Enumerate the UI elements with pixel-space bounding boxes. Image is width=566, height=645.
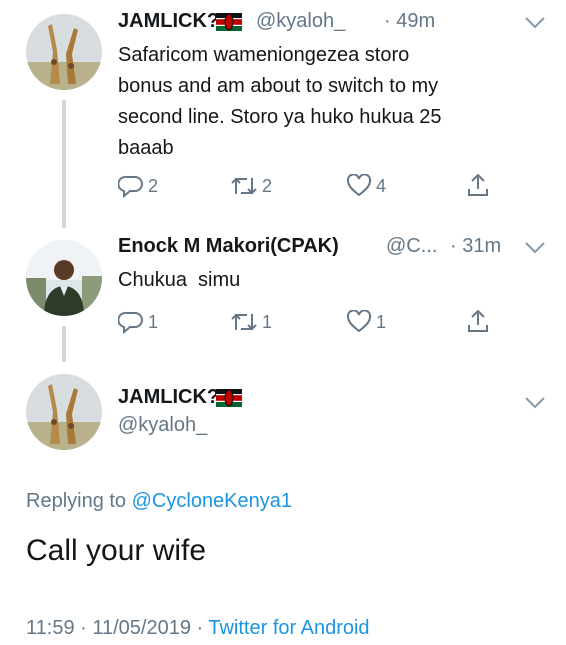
man-portrait-avatar-image (26, 240, 102, 316)
share-button[interactable] (466, 308, 490, 334)
chevron-down-icon[interactable] (524, 16, 546, 30)
tweet-text-line: Safaricom wameniongezea storo (118, 44, 410, 66)
handle[interactable]: @kyaloh_ (118, 414, 207, 437)
tweet-text-line: second line. Storo ya huko hukua 25 (118, 106, 442, 128)
reply-icon (118, 175, 143, 198)
heart-icon (346, 310, 372, 333)
replying-to-prefix: Replying to (26, 490, 127, 512)
retweet-icon (231, 177, 257, 195)
kenya-flag-icon (216, 13, 242, 31)
retweet-button[interactable]: 1 (230, 310, 272, 334)
display-name[interactable]: JAMLICK? (118, 10, 219, 33)
avatar[interactable] (26, 240, 102, 316)
retweet-count: 2 (262, 175, 273, 196)
reply-count: 1 (148, 311, 159, 332)
share-icon (468, 309, 488, 332)
reply-icon (118, 311, 143, 334)
handle[interactable]: @kyaloh_ (256, 10, 345, 33)
mention-link[interactable]: @CycloneKenya1 (132, 490, 292, 512)
giraffes-avatar-image (26, 374, 102, 450)
replying-to: Replying to @CycloneKenya1 (26, 490, 292, 513)
timestamp[interactable]: · 49m (384, 10, 435, 33)
avatar[interactable] (26, 14, 102, 90)
thread-line (62, 100, 66, 228)
chevron-down-icon[interactable] (524, 396, 546, 410)
timestamp[interactable]: 11:59 · 11/05/2019 · (26, 617, 203, 639)
chevron-down-icon[interactable] (524, 241, 546, 255)
heart-icon (346, 174, 372, 197)
share-icon (468, 173, 488, 196)
like-button[interactable]: 1 (346, 310, 386, 334)
timestamp[interactable]: · 31m (450, 235, 501, 258)
share-button[interactable] (466, 172, 490, 198)
tweet-text: Call your wife (26, 534, 207, 567)
tweet-text-line: bonus and am about to switch to my (118, 75, 439, 97)
retweet-button[interactable]: 2 (230, 174, 272, 198)
reply-count: 2 (148, 175, 159, 196)
retweet-count: 1 (262, 311, 273, 332)
avatar[interactable] (26, 374, 102, 450)
tweet-text-line: Chukua simu (118, 269, 241, 291)
like-count: 1 (376, 311, 387, 332)
kenya-flag-icon (216, 389, 242, 407)
tweet-meta: 11:59 · 11/05/2019 · Twitter for Android (26, 617, 370, 640)
tweet-text: Chukua simu (118, 265, 538, 296)
tweet-text-line: baaab (118, 137, 174, 159)
like-button[interactable]: 4 (346, 174, 386, 198)
handle[interactable]: @C... (386, 235, 437, 258)
thread-line (62, 326, 66, 362)
tweet-text: Safaricom wameniongezea storo bonus and … (118, 40, 538, 164)
like-count: 4 (376, 175, 387, 196)
display-name[interactable]: Enock M Makori(CPAK) (118, 235, 339, 258)
giraffes-avatar-image (26, 14, 102, 90)
retweet-icon (231, 313, 257, 331)
reply-button[interactable]: 2 (118, 174, 158, 198)
display-name[interactable]: JAMLICK? (118, 386, 219, 409)
source-link[interactable]: Twitter for Android (208, 617, 369, 639)
reply-button[interactable]: 1 (118, 310, 158, 334)
